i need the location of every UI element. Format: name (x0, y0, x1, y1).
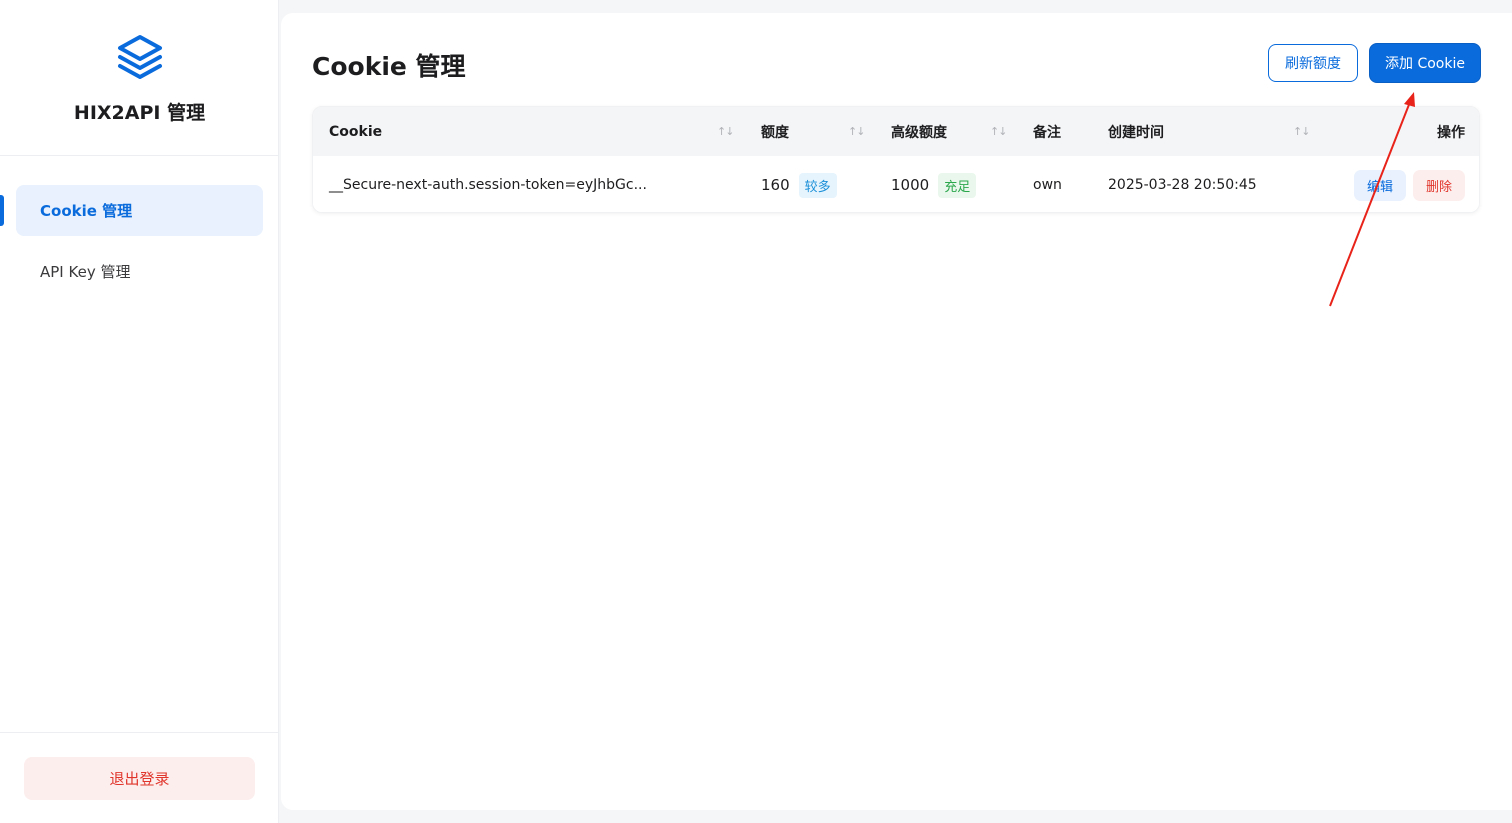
column-header-created[interactable]: 创建时间 (1108, 107, 1164, 156)
brand: HIX2API 管理 (0, 0, 278, 156)
sort-arrows-icon[interactable]: ↑↓ (1293, 125, 1310, 138)
sidebar-item-cookie[interactable]: Cookie 管理 (16, 185, 263, 236)
column-header-actions: 操作 (1437, 124, 1465, 141)
cookie-table: Cookie ↑↓ 额度 ↑↓ 高级额度 ↑↓ 备注 创建时间 ↑↓ 操作 __… (312, 106, 1480, 213)
table-row: __Secure-next-auth.session-token=eyJhbGc… (313, 156, 1479, 212)
cell-note: own (1033, 177, 1062, 193)
sidebar-item-label: API Key 管理 (40, 263, 131, 281)
quota-badge: 较多 (798, 172, 837, 198)
page-title: Cookie 管理 (312, 52, 466, 81)
sort-arrows-icon[interactable]: ↑↓ (990, 125, 1007, 138)
sidebar-footer: 退出登录 (0, 732, 279, 823)
brand-title: HIX2API 管理 (73, 102, 206, 124)
cell-quota: 160 较多 (761, 156, 837, 212)
refresh-quota-button[interactable]: 刷新额度 (1268, 44, 1358, 82)
layers-icon (118, 35, 162, 79)
cell-premium-quota: 1000 充足 (891, 156, 977, 212)
column-header-cookie[interactable]: Cookie (329, 107, 382, 156)
table-header: Cookie ↑↓ 额度 ↑↓ 高级额度 ↑↓ 备注 创建时间 ↑↓ 操作 (313, 107, 1479, 156)
logout-button[interactable]: 退出登录 (24, 757, 255, 800)
sort-arrows-icon[interactable]: ↑↓ (717, 125, 734, 138)
sidebar: HIX2API 管理 Cookie 管理 API Key 管理 退出登录 (0, 0, 279, 823)
premium-quota-value: 1000 (891, 176, 930, 194)
column-header-quota[interactable]: 额度 (761, 107, 789, 156)
sidebar-item-api-key[interactable]: API Key 管理 (16, 246, 263, 297)
column-header-note: 备注 (1033, 124, 1061, 141)
edit-button[interactable]: 编辑 (1354, 170, 1406, 201)
cell-cookie: __Secure-next-auth.session-token=eyJhbGc… (329, 177, 647, 193)
add-cookie-button[interactable]: 添加 Cookie (1369, 43, 1481, 83)
column-header-premium-quota[interactable]: 高级额度 (891, 107, 947, 156)
quota-value: 160 (761, 176, 790, 194)
cell-created: 2025-03-28 20:50:45 (1108, 177, 1257, 193)
sidebar-item-label: Cookie 管理 (40, 202, 133, 220)
main-panel: Cookie 管理 刷新额度 添加 Cookie Cookie ↑↓ 额度 ↑↓… (281, 13, 1512, 810)
premium-quota-badge: 充足 (938, 172, 977, 198)
sort-arrows-icon[interactable]: ↑↓ (848, 125, 865, 138)
delete-button[interactable]: 删除 (1413, 170, 1465, 201)
sidebar-nav: Cookie 管理 API Key 管理 (0, 185, 279, 307)
app: HIX2API 管理 Cookie 管理 API Key 管理 退出登录 Coo… (0, 0, 1512, 823)
